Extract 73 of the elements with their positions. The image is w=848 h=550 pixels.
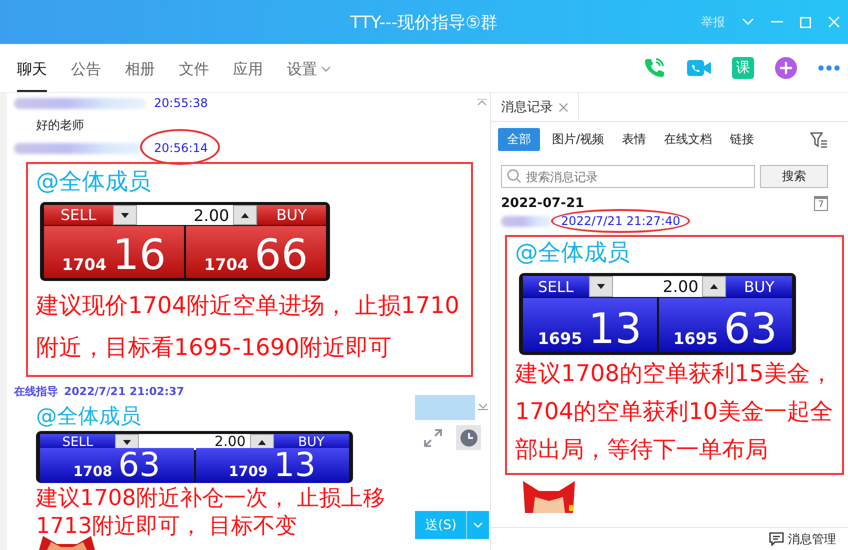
price-digits: 63 — [724, 308, 778, 350]
sell-label: SELL — [44, 205, 113, 226]
date-heading: 2022-07-21 — [501, 196, 584, 211]
video-camera-icon[interactable] — [686, 57, 712, 79]
selection-highlight — [415, 395, 475, 420]
price-prefix: 1695 — [538, 329, 582, 350]
maximize-icon[interactable] — [800, 16, 811, 28]
caret-up-icon — [710, 284, 718, 290]
filter-tab[interactable]: 全部 — [498, 128, 540, 151]
caret-down-icon — [596, 284, 605, 290]
price-digits: 13 — [274, 448, 316, 481]
price-digits: 66 — [254, 234, 308, 276]
caret-icon — [473, 522, 484, 528]
message-text: 好的老师 — [35, 117, 85, 134]
buy-label: BUY — [257, 205, 326, 226]
sender-name: 在线指导 — [14, 384, 58, 398]
clock-icon — [460, 428, 478, 446]
filter-tab[interactable]: 图片/视频 — [546, 128, 610, 151]
blurred-name — [501, 216, 553, 226]
sell-label: SELL — [523, 276, 589, 298]
filter-tab[interactable]: 表情 — [616, 128, 652, 151]
price-prefix: 1704 — [204, 255, 249, 276]
search-field[interactable]: 搜索消息记录 — [501, 165, 755, 188]
mention: @全体成员 — [36, 403, 142, 429]
caret-up-icon — [258, 440, 266, 444]
timestamp: 20:55:38 — [154, 96, 208, 110]
filter-icon[interactable] — [810, 132, 828, 148]
tab-label: 消息记录 — [501, 99, 553, 116]
price-digits: 13 — [588, 308, 642, 350]
window-title: TTY---现价指导⑤群 — [350, 12, 498, 34]
tab[interactable]: 设置 — [287, 44, 331, 92]
quantity-field: 2.00 — [612, 276, 702, 298]
tab[interactable]: 文件 — [179, 44, 209, 92]
send-options-button[interactable] — [467, 511, 490, 539]
calendar-icon[interactable]: 7 — [814, 196, 828, 211]
more-icon[interactable] — [818, 65, 840, 71]
search-icon — [507, 169, 521, 183]
mention: @全体成员 — [36, 168, 152, 197]
tab[interactable]: 应用 — [233, 44, 263, 92]
history-button[interactable] — [456, 425, 481, 450]
tab[interactable]: 相册 — [125, 44, 155, 92]
chevron-up-icon[interactable] — [477, 99, 487, 106]
filter-tab[interactable]: 在线文档 — [658, 128, 718, 151]
caret-up-icon — [241, 212, 250, 218]
close-icon[interactable] — [559, 102, 568, 112]
caret-down-icon — [123, 440, 132, 444]
search-button[interactable]: 搜索 — [760, 165, 828, 188]
price-prefix: 1704 — [62, 255, 107, 276]
price-prefix: 1708 — [73, 465, 112, 481]
mention: @全体成员 — [515, 239, 631, 268]
buy-label: BUY — [726, 276, 792, 298]
minimize-icon[interactable] — [771, 21, 783, 23]
price-prefix: 1695 — [673, 329, 718, 350]
message-text: 建议现价1704附近空单进场， 止损1710附近，目标看1695-1690附近即可 — [36, 292, 460, 363]
price-prefix: 1709 — [228, 465, 268, 481]
timestamp: 20:56:14 — [154, 141, 208, 155]
message-text: 建议1708的空单获利15美金，1704的空单获利10美金一起全部出局，等待下一单布局 — [515, 360, 834, 465]
chevron-down-icon[interactable] — [478, 403, 488, 410]
message-text: 建议1708附近补仓一次， 止损上移1713附近即可， 目标不变 — [36, 485, 386, 541]
add-icon[interactable] — [774, 56, 798, 80]
phone-icon[interactable] — [642, 56, 666, 80]
expand-icon[interactable] — [424, 429, 442, 447]
quantity-field: 2.00 — [136, 205, 234, 226]
timestamp: 2022/7/21 21:27:40 — [561, 214, 680, 228]
filter-tab[interactable]: 链接 — [724, 128, 760, 151]
price-digits: 16 — [112, 234, 166, 276]
tab[interactable]: 消息记录 — [491, 93, 579, 121]
message-manage-button[interactable]: 消息管理 — [769, 528, 836, 550]
tab[interactable]: 公告 — [71, 44, 101, 92]
price-digits: 63 — [118, 448, 160, 481]
caret-down-icon — [120, 212, 129, 218]
message-icon — [769, 532, 784, 546]
timestamp: 2022/7/21 21:02:37 — [64, 384, 184, 398]
